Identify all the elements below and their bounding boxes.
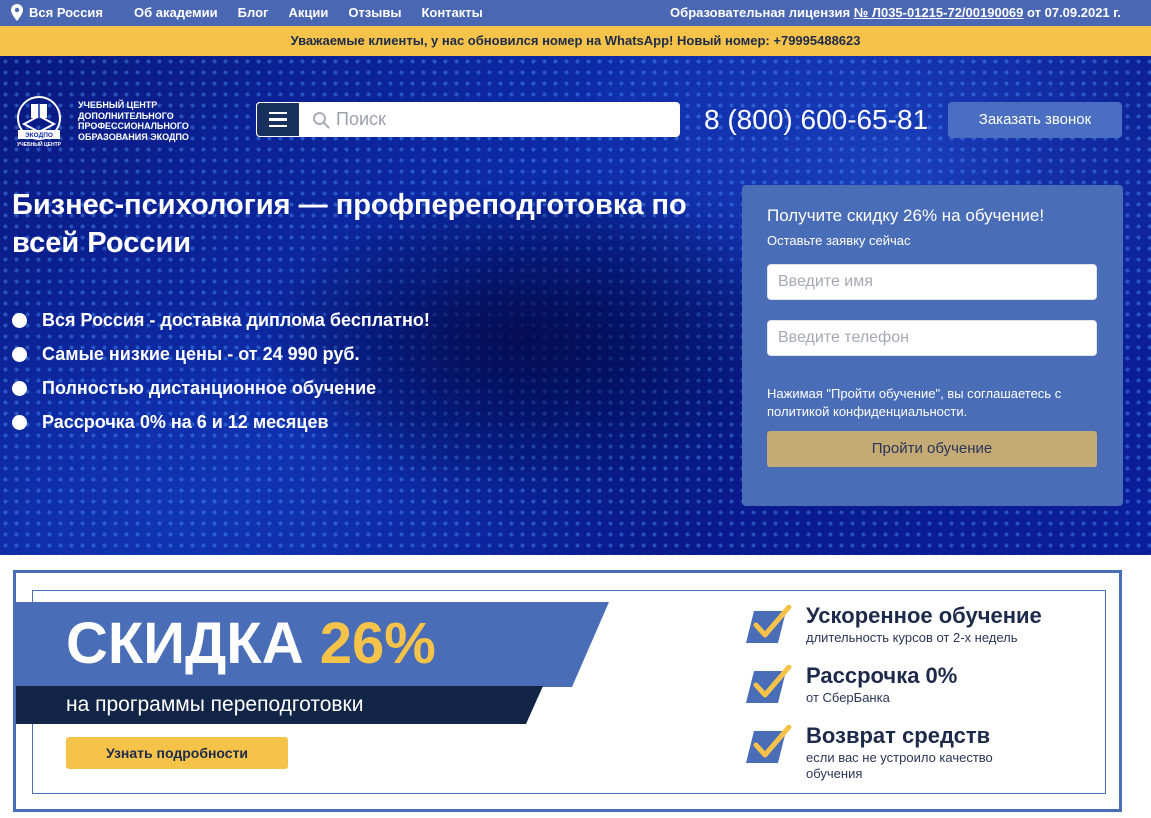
discount-headline: СКИДКА 26% xyxy=(66,614,436,674)
top-bar: Вся Россия Об академии Блог Акции Отзывы… xyxy=(0,0,1151,26)
top-nav: Об академии Блог Акции Отзывы Контакты xyxy=(134,5,483,20)
whatsapp-notice: Уважаемые клиенты, у нас обновился номер… xyxy=(0,26,1151,56)
logo-text: Учебный центр дополнительного профессион… xyxy=(78,100,189,142)
callback-button[interactable]: Заказать звонок xyxy=(948,102,1122,138)
feature-subtitle: длительность курсов от 2-х недель xyxy=(806,630,1018,645)
hero-section: ЭКОДПО УЧЕБНЫЙ ЦЕНТР Учебный центр допол… xyxy=(0,56,1151,555)
list-item: Вся Россия - доставка диплома бесплатно! xyxy=(12,303,430,337)
page-title: Бизнес-психология — профпереподготовка п… xyxy=(12,189,687,259)
promo-block: СКИДКА 26% на программы переподготовки У… xyxy=(13,570,1122,812)
submit-button[interactable]: Пройти обучение xyxy=(767,431,1097,467)
nav-item-blog[interactable]: Блог xyxy=(238,5,269,20)
feature-title: Рассрочка 0% xyxy=(806,663,958,688)
benefit-text: Рассрочка 0% на 6 и 12 месяцев xyxy=(42,411,329,432)
phone-number[interactable]: 8 (800) 600-65-81 xyxy=(704,102,928,138)
phone-field[interactable] xyxy=(767,320,1097,356)
form-title: Получите скидку 26% на обучение! xyxy=(767,206,1045,225)
license-link[interactable]: № Л035-01215-72/00190069 xyxy=(854,5,1024,20)
region-label: Вся Россия xyxy=(29,5,103,20)
checkmark-icon xyxy=(746,605,792,643)
search-input[interactable] xyxy=(336,109,656,130)
bullet-icon xyxy=(12,380,27,396)
discount-word: СКИДКА xyxy=(66,611,304,676)
nav-item-about[interactable]: Об академии xyxy=(134,5,218,20)
benefit-text: Вся Россия - доставка диплома бесплатно! xyxy=(42,309,430,330)
search-bar xyxy=(256,102,680,137)
benefits-list: Вся Россия - доставка диплома бесплатно!… xyxy=(12,303,430,439)
benefit-text: Полностью дистанционное обучение xyxy=(42,377,377,398)
feature-subtitle: от СберБанка xyxy=(806,690,890,705)
list-item: Самые низкие цены - от 24 990 руб. xyxy=(12,337,430,371)
subtitle-band-text: на программы переподготовки xyxy=(16,686,543,724)
region-selector[interactable]: Вся Россия xyxy=(11,4,103,21)
bullet-icon xyxy=(12,346,27,362)
discount-banner-text: СКИДКА 26% xyxy=(16,602,609,687)
license-suffix: от 07.09.2021 г. xyxy=(1023,5,1121,20)
form-subtitle: Оставьте заявку сейчас xyxy=(767,233,911,248)
discount-form: Получите скидку 26% на обучение! Оставьт… xyxy=(742,185,1123,506)
privacy-note: Нажимая "Пройти обучение", вы соглашаете… xyxy=(767,386,1062,419)
nav-item-contacts[interactable]: Контакты xyxy=(421,5,482,20)
bullet-icon xyxy=(12,414,27,430)
checkmark-icon xyxy=(746,665,792,703)
location-pin-icon xyxy=(11,4,23,21)
list-item: Полностью дистанционное обучение xyxy=(12,371,430,405)
nav-item-reviews[interactable]: Отзывы xyxy=(348,5,401,20)
feature-title: Ускоренное обучение xyxy=(806,603,1042,628)
benefit-text: Самые низкие цены - от 24 990 руб. xyxy=(42,343,360,364)
learn-more-button[interactable]: Узнать подробности xyxy=(66,737,288,769)
logo-badge-top: ЭКОДПО xyxy=(25,132,53,139)
hamburger-menu-icon[interactable] xyxy=(256,102,300,137)
promo-subtitle: на программы переподготовки xyxy=(66,693,364,716)
bullet-icon xyxy=(12,312,27,328)
list-item: Рассрочка 0% на 6 и 12 месяцев xyxy=(12,405,430,439)
discount-value: 26% xyxy=(319,611,436,676)
logo[interactable]: ЭКОДПО УЧЕБНЫЙ ЦЕНТР Учебный центр допол… xyxy=(12,94,208,148)
search-icon[interactable] xyxy=(312,111,330,129)
nav-item-promotions[interactable]: Акции xyxy=(288,5,328,20)
license-prefix: Образовательная лицензия xyxy=(670,5,854,20)
license-info: Образовательная лицензия № Л035-01215-72… xyxy=(670,5,1121,20)
feature-subtitle: если вас не устроило качество обучения xyxy=(806,750,993,781)
logo-badge-bottom: УЧЕБНЫЙ ЦЕНТР xyxy=(17,140,62,148)
logo-emblem-icon: ЭКОДПО УЧЕБНЫЙ ЦЕНТР xyxy=(17,96,62,148)
name-field[interactable] xyxy=(767,264,1097,300)
feature-title: Возврат средств xyxy=(806,723,991,748)
checkmark-icon xyxy=(746,725,792,763)
